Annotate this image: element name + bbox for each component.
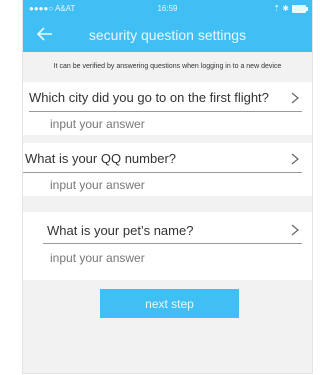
chevron-right-icon [291, 153, 299, 165]
question-label-3: What is your pet’s name? [47, 223, 194, 238]
hint-text: It can be verified by answering question… [23, 52, 312, 82]
chevron-right-icon [291, 224, 299, 236]
chevron-right-icon [291, 92, 299, 104]
nav-bar: security question settings [23, 18, 312, 52]
question-section-3: What is your pet’s name? [23, 212, 312, 271]
question-select-3[interactable]: What is your pet’s name? [23, 212, 312, 244]
page-title: security question settings [88, 27, 247, 43]
question-label-2: What is your QQ number? [25, 151, 176, 166]
question-section-2: What is your QQ number? [23, 143, 312, 196]
status-indicators: ⇡ ✱ [273, 0, 308, 18]
section-divider [23, 196, 312, 212]
question-select-1[interactable]: Which city did you go to on the first fl… [23, 82, 312, 112]
phone-frame: ●●●●○ A&AT 16:59 ⇡ ✱ security question s… [22, 0, 313, 374]
question-underline-3 [43, 243, 302, 244]
bluetooth-icon: ⇡ ✱ [273, 4, 289, 13]
question-section-1: Which city did you go to on the first fl… [23, 82, 312, 135]
answer-input-2[interactable] [50, 178, 270, 192]
answer-input-1[interactable] [50, 117, 270, 131]
question-underline-1 [29, 111, 302, 112]
battery-icon [292, 5, 308, 13]
question-underline-2 [23, 172, 302, 173]
status-bar: ●●●●○ A&AT 16:59 ⇡ ✱ [23, 0, 312, 18]
app-header: ●●●●○ A&AT 16:59 ⇡ ✱ security question s… [23, 0, 312, 52]
question-label-1: Which city did you go to on the first fl… [29, 90, 269, 105]
next-step-button[interactable]: next step [100, 289, 239, 318]
section-divider [23, 135, 312, 143]
answer-input-3[interactable] [50, 251, 270, 265]
status-time: 16:59 [157, 4, 178, 13]
footer-area: next step [23, 280, 312, 373]
question-select-2[interactable]: What is your QQ number? [23, 143, 312, 173]
